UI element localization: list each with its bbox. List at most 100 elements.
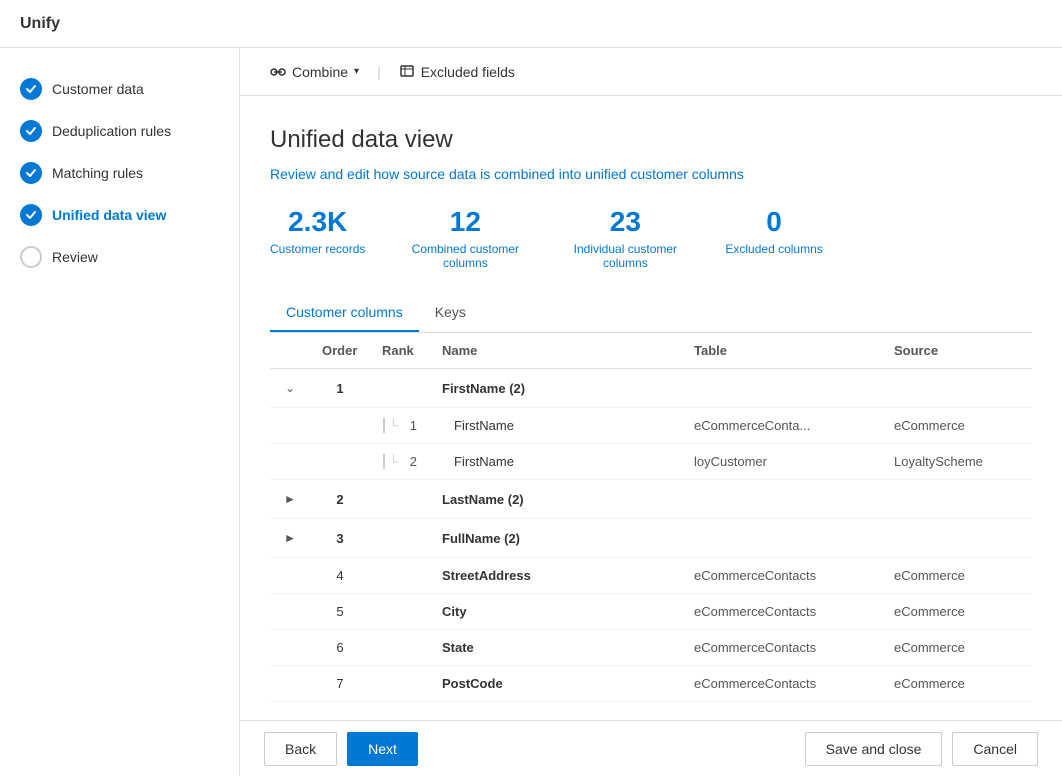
source-cell-3 xyxy=(882,519,1032,558)
next-button[interactable]: Next xyxy=(347,732,418,766)
name-cell-fullname: FullName (2) xyxy=(430,519,682,558)
combine-button[interactable]: Combine ▾ xyxy=(260,58,369,86)
tabs: Customer columns Keys xyxy=(270,294,1032,333)
col-header-table-label: Table xyxy=(694,343,727,358)
table-row: 4 StreetAddress eCommerceContacts eComme… xyxy=(270,558,1032,594)
excluded-fields-label: Excluded fields xyxy=(421,64,515,80)
stat-excluded-columns: 0 Excluded columns xyxy=(725,206,822,270)
order-cell-sub1 xyxy=(310,408,370,444)
toolbar-divider: | xyxy=(377,64,381,80)
excluded-fields-icon xyxy=(399,64,415,80)
rank-cell-7 xyxy=(370,666,430,702)
expand-cell-city xyxy=(270,594,310,630)
table-header-row: Order Rank Name Table Source xyxy=(270,333,1032,369)
sidebar-item-matching-rules[interactable]: Matching rules xyxy=(0,152,239,194)
table-cell-7: eCommerceContacts xyxy=(682,666,882,702)
tab-customer-columns-label: Customer columns xyxy=(286,304,403,320)
sidebar-label-deduplication-rules: Deduplication rules xyxy=(52,123,171,139)
name-cell-city: City xyxy=(430,594,682,630)
sidebar-item-review[interactable]: Review xyxy=(0,236,239,278)
stat-combined-columns: 12 Combined customer columns xyxy=(405,206,525,270)
table-cell-4: eCommerceContacts xyxy=(682,558,882,594)
tab-keys[interactable]: Keys xyxy=(419,294,482,332)
combine-chevron-icon: ▾ xyxy=(354,66,359,77)
sidebar-item-customer-data[interactable]: Customer data xyxy=(0,68,239,110)
name-cell-postcode: PostCode xyxy=(430,666,682,702)
expand-cell-sub2 xyxy=(270,444,310,480)
data-table: Order Rank Name Table Source xyxy=(270,333,1032,702)
stat-label-customer-records: Customer records xyxy=(270,242,365,256)
source-cell-firstname-1: eCommerce xyxy=(882,408,1032,444)
top-bar: Unify xyxy=(0,0,1062,48)
order-cell-3: 3 xyxy=(310,519,370,558)
table-cell-2 xyxy=(682,480,882,519)
chevron-down-icon: ⌄ xyxy=(285,381,295,395)
save-close-button[interactable]: Save and close xyxy=(805,732,943,766)
sidebar-item-unified-data-view[interactable]: Unified data view xyxy=(0,194,239,236)
col-header-rank-label: Rank xyxy=(382,343,414,358)
back-button[interactable]: Back xyxy=(264,732,337,766)
source-cell-4: eCommerce xyxy=(882,558,1032,594)
next-label: Next xyxy=(368,741,397,757)
rank-cell-3 xyxy=(370,519,430,558)
order-cell-5: 5 xyxy=(310,594,370,630)
stat-value-combined-columns: 12 xyxy=(405,206,525,238)
chevron-right-icon-2: ► xyxy=(284,531,296,545)
combine-icon xyxy=(270,64,286,80)
table-row: └ 2 FirstName loyCustomer LoyaltyScheme xyxy=(270,444,1032,480)
order-cell-7: 7 xyxy=(310,666,370,702)
excluded-fields-button[interactable]: Excluded fields xyxy=(389,58,525,86)
rank-value-sub2: 2 xyxy=(410,454,417,469)
source-cell-5: eCommerce xyxy=(882,594,1032,630)
source-cell-7: eCommerce xyxy=(882,666,1032,702)
chevron-right-icon: ► xyxy=(284,492,296,506)
rank-cell-2 xyxy=(370,480,430,519)
cancel-label: Cancel xyxy=(973,741,1017,757)
name-value-city: City xyxy=(442,604,467,619)
name-value-street: StreetAddress xyxy=(442,568,531,583)
expand-cell-street xyxy=(270,558,310,594)
table-row: ⌄ 1 FirstName (2) xyxy=(270,369,1032,408)
expand-button-lastname[interactable]: ► xyxy=(282,490,298,508)
stat-value-individual-columns: 23 xyxy=(565,206,685,238)
rank-cell-4 xyxy=(370,558,430,594)
tab-customer-columns[interactable]: Customer columns xyxy=(270,294,419,332)
name-cell-state: State xyxy=(430,630,682,666)
content-area: Combine ▾ | Excluded fields Unified data… xyxy=(240,48,1062,776)
check-icon-deduplication-rules xyxy=(20,120,42,142)
expand-cell-sub1 xyxy=(270,408,310,444)
table-cell-1 xyxy=(682,369,882,408)
cancel-button[interactable]: Cancel xyxy=(952,732,1038,766)
rank-cell-6 xyxy=(370,630,430,666)
table-cell-firstname-2: loyCustomer xyxy=(682,444,882,480)
col-header-source: Source xyxy=(882,333,1032,369)
check-icon-matching-rules xyxy=(20,162,42,184)
order-cell-1: 1 xyxy=(310,369,370,408)
table-row: 6 State eCommerceContacts eCommerce xyxy=(270,630,1032,666)
circle-icon-review xyxy=(20,246,42,268)
bottom-bar: Back Next Save and close Cancel xyxy=(240,720,1062,776)
expand-button-fullname[interactable]: ► xyxy=(282,529,298,547)
check-icon-customer-data xyxy=(20,78,42,100)
stat-value-customer-records: 2.3K xyxy=(270,206,365,238)
col-header-name: Name xyxy=(430,333,682,369)
col-header-name-label: Name xyxy=(442,343,477,358)
stat-label-combined-columns: Combined customer columns xyxy=(405,242,525,270)
save-close-label: Save and close xyxy=(826,741,922,757)
col-header-expand xyxy=(270,333,310,369)
main-layout: Customer data Deduplication rules Matchi… xyxy=(0,48,1062,776)
order-cell-sub2 xyxy=(310,444,370,480)
table-row: ► 2 LastName (2) xyxy=(270,480,1032,519)
table-row: └ 1 FirstName eCommerceContа... eCommerc… xyxy=(270,408,1032,444)
rank-cell-5 xyxy=(370,594,430,630)
name-cell-firstname-group: FirstName (2) xyxy=(430,369,682,408)
name-value-postcode: PostCode xyxy=(442,676,503,691)
table-cell-firstname-1: eCommerceContа... xyxy=(682,408,882,444)
expand-cell: ⌄ xyxy=(270,369,310,408)
bottom-right: Save and close Cancel xyxy=(805,732,1038,766)
collapse-button-firstname[interactable]: ⌄ xyxy=(283,379,297,397)
sidebar-item-deduplication-rules[interactable]: Deduplication rules xyxy=(0,110,239,152)
rank-cell-sub1: └ 1 xyxy=(370,408,430,444)
rank-cell-sub2: └ 2 xyxy=(370,444,430,480)
sidebar-label-matching-rules: Matching rules xyxy=(52,165,143,181)
